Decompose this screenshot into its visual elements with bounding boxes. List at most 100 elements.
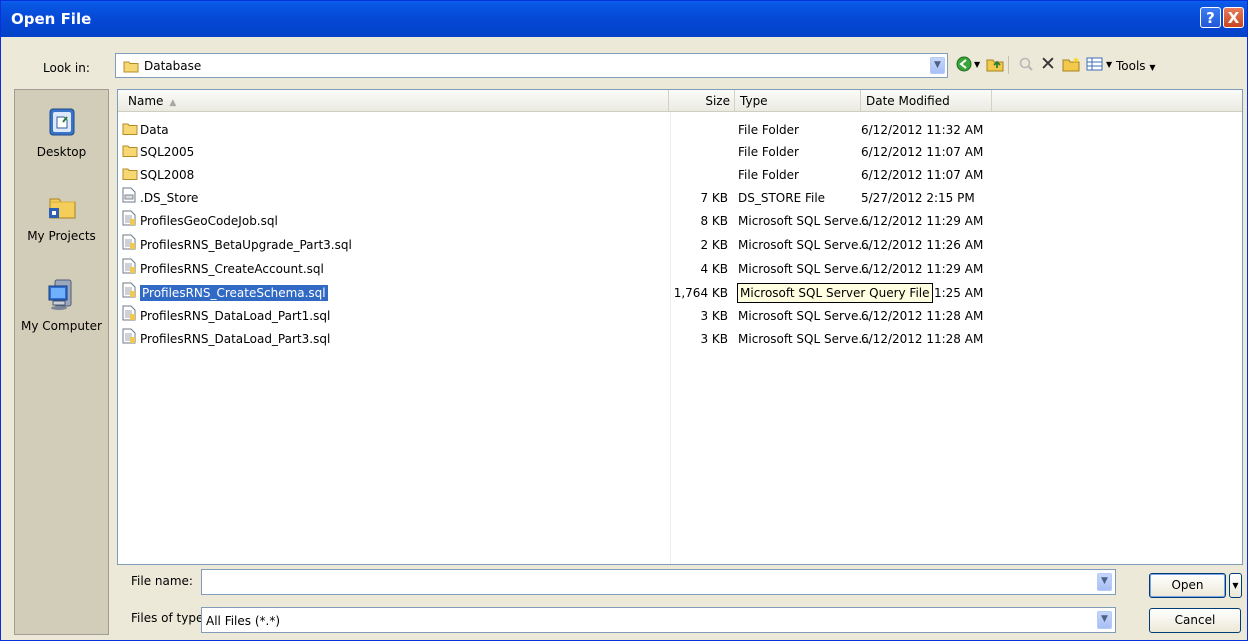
sql-file-icon: [122, 234, 138, 257]
file-size: 8 KB: [700, 214, 728, 228]
open-options-button[interactable]: ▼: [1229, 573, 1242, 598]
file-type: File Folder: [738, 123, 799, 137]
file-date: 6/12/2012 11:28 AM: [861, 309, 984, 323]
file-row[interactable]: .DS_Store 7 KB DS_STORE File 5/27/2012 2…: [118, 187, 1242, 209]
file-name: Data: [140, 123, 169, 137]
folder-icon: [122, 165, 138, 187]
back-icon[interactable]: [956, 56, 972, 76]
file-size: 7 KB: [700, 191, 728, 205]
new-folder-icon[interactable]: [1062, 56, 1080, 76]
file-row[interactable]: ProfilesRNS_CreateAccount.sql 4 KB Micro…: [118, 258, 1242, 280]
file-name: ProfilesRNS_BetaUpgrade_Part3.sql: [140, 238, 352, 252]
file-type-dropdown[interactable]: All Files (*.*) ▼: [201, 607, 1116, 633]
sql-file-icon: [122, 258, 138, 281]
file-size: 3 KB: [700, 332, 728, 346]
file-date: 6/12/2012 11:07 AM: [861, 145, 984, 159]
file-name: SQL2008: [140, 168, 195, 182]
column-header-type[interactable]: Type: [735, 90, 861, 112]
place-label: Desktop: [36, 145, 87, 159]
file-row[interactable]: SQL2005 File Folder 6/12/2012 11:07 AM: [118, 141, 1242, 163]
column-header-date[interactable]: Date Modified: [861, 90, 992, 112]
file-row[interactable]: SQL2008 File Folder 6/12/2012 11:07 AM: [118, 164, 1242, 186]
look-in-dropdown[interactable]: Database ▼: [115, 53, 948, 78]
sql-file-icon: [122, 328, 138, 351]
search-web-icon[interactable]: [1018, 56, 1034, 76]
file-name: ProfilesGeoCodeJob.sql: [140, 214, 278, 228]
sql-file-icon: [122, 210, 138, 233]
place-my-projects[interactable]: My Projects: [15, 190, 108, 243]
place-label: My Computer: [21, 319, 102, 333]
file-date: 5/27/2012 2:15 PM: [861, 191, 975, 205]
file-type: Microsoft SQL Serve...: [738, 309, 870, 323]
file-type: DS_STORE File: [738, 191, 826, 205]
file-name: ProfilesRNS_CreateSchema.sql: [140, 285, 328, 301]
column-header-name[interactable]: Name ▲: [118, 90, 669, 112]
back-dropdown-icon[interactable]: ▼: [974, 60, 980, 69]
look-in-label: Look in:: [43, 61, 90, 75]
chevron-down-icon[interactable]: ▼: [1097, 573, 1112, 591]
places-bar: Desktop My Projects My Computer: [14, 89, 109, 635]
chevron-down-icon: ▼: [1232, 581, 1239, 590]
place-my-computer[interactable]: My Computer: [15, 278, 108, 333]
file-name: ProfilesRNS_DataLoad_Part3.sql: [140, 332, 331, 346]
file-row[interactable]: Data File Folder 6/12/2012 11:32 AM: [118, 119, 1242, 141]
file-name-input[interactable]: [204, 572, 1098, 594]
file-size: 4 KB: [700, 262, 728, 276]
help-button[interactable]: ?: [1200, 7, 1221, 28]
file-type: Microsoft SQL Serve...: [738, 332, 870, 346]
my-computer-icon: [15, 278, 108, 315]
file-list[interactable]: Name ▲ Size Type Date Modified Data File …: [117, 89, 1243, 565]
chevron-down-icon[interactable]: ▼: [930, 57, 945, 74]
file-name: SQL2005: [140, 145, 195, 159]
up-folder-icon[interactable]: [986, 56, 1004, 76]
file-size: 3 KB: [700, 309, 728, 323]
file-type: Microsoft SQL Serve...: [738, 238, 870, 252]
cancel-button[interactable]: Cancel: [1149, 608, 1241, 633]
tools-label: Tools: [1116, 59, 1146, 73]
file-row[interactable]: ProfilesRNS_BetaUpgrade_Part3.sql 2 KB M…: [118, 234, 1242, 256]
file-date: 6/12/2012 11:29 AM: [861, 214, 984, 228]
file-date: 6/12/2012 11:28 AM: [861, 332, 984, 346]
file-name-combo[interactable]: ▼: [201, 569, 1116, 595]
views-dropdown-icon[interactable]: ▼: [1106, 60, 1112, 69]
chevron-down-icon: ▼: [1149, 63, 1156, 72]
file-type: Microsoft SQL Serve...: [738, 262, 870, 276]
file-type: Microsoft SQL Serve...: [738, 214, 870, 228]
file-date: 6/12/2012 11:26 AM: [861, 238, 984, 252]
file-type-value: All Files (*.*): [206, 614, 281, 628]
file-row-selected[interactable]: ProfilesRNS_CreateSchema.sql 1,764 KB 6/…: [118, 282, 1242, 304]
look-in-value: Database: [144, 59, 202, 73]
file-row[interactable]: ProfilesRNS_DataLoad_Part1.sql 3 KB Micr…: [118, 305, 1242, 327]
chevron-down-icon[interactable]: ▼: [1097, 611, 1112, 629]
file-type: File Folder: [738, 168, 799, 182]
file-type-label: Files of type:: [131, 611, 208, 625]
title-bar[interactable]: Open File ? X: [1, 1, 1247, 37]
desktop-icon: [15, 106, 108, 141]
place-label: My Projects: [27, 229, 96, 243]
file-date: 6/12/2012 11:32 AM: [861, 123, 984, 137]
file-row[interactable]: ProfilesRNS_DataLoad_Part3.sql 3 KB Micr…: [118, 328, 1242, 350]
file-name-label: File name:: [131, 574, 193, 588]
file-row[interactable]: ProfilesGeoCodeJob.sql 8 KB Microsoft SQ…: [118, 210, 1242, 232]
toolbar-separator: [1008, 56, 1009, 74]
sql-file-icon: [122, 305, 138, 328]
dialog-title: Open File: [11, 10, 92, 28]
column-header-empty: [992, 90, 1242, 112]
folder-icon: [122, 142, 138, 164]
open-button[interactable]: Open: [1149, 573, 1226, 598]
sql-file-icon: [122, 282, 138, 305]
generic-file-icon: [122, 187, 138, 210]
column-header-size[interactable]: Size: [669, 90, 735, 112]
file-type: File Folder: [738, 145, 799, 159]
file-name: ProfilesRNS_DataLoad_Part1.sql: [140, 309, 331, 323]
file-name: .DS_Store: [140, 191, 199, 205]
views-icon[interactable]: [1086, 56, 1104, 76]
place-desktop[interactable]: Desktop: [15, 106, 108, 159]
tools-menu[interactable]: Tools ▼: [1116, 59, 1156, 73]
close-button[interactable]: X: [1223, 7, 1244, 28]
delete-icon[interactable]: ✕: [1040, 53, 1056, 75]
column-name-label: Name: [128, 94, 164, 108]
toolbar: ▼ ✕ ▼ Tools ▼: [956, 53, 1186, 78]
file-type-tooltip: Microsoft SQL Server Query File: [737, 283, 933, 303]
my-projects-icon: [15, 190, 108, 225]
